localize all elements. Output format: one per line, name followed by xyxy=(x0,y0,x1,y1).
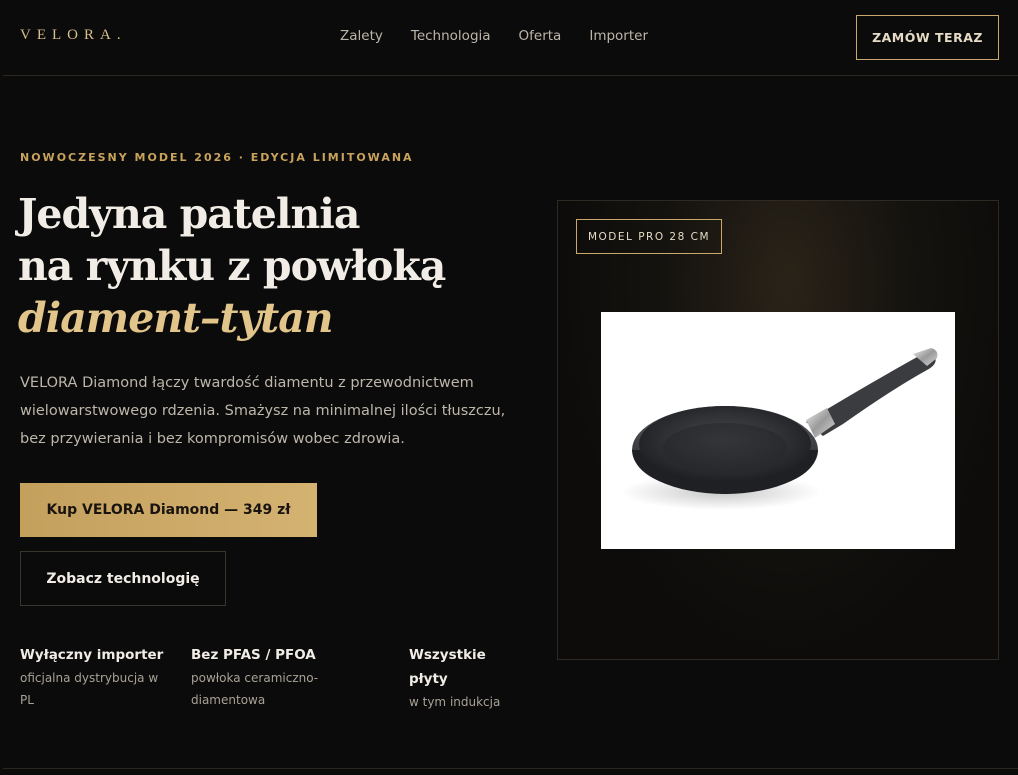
main-nav: Zalety Technologia Oferta Importer xyxy=(340,28,648,44)
frying-pan-icon xyxy=(621,348,938,510)
feature-title: Wszystkie płyty xyxy=(409,647,486,687)
hero-title-line-2: na rynku z powłoką xyxy=(18,242,446,290)
model-badge: MODEL PRO 28 CM xyxy=(576,219,722,254)
nav-link-zalety[interactable]: Zalety xyxy=(340,28,383,44)
see-technology-button[interactable]: Zobacz technologię xyxy=(20,551,226,606)
nav-link-technologia[interactable]: Technologia xyxy=(411,28,491,44)
product-panel: MODEL PRO 28 CM xyxy=(557,200,999,660)
hero-title-line-1: Jedyna patelnia xyxy=(18,190,360,238)
feature-desc: powłoka ceramiczno-diamentowa xyxy=(191,671,319,707)
site-header: VELORA. Zalety Technologia Oferta Import… xyxy=(3,0,1018,76)
hero-eyebrow: NOWOCZESNY MODEL 2026 · EDYCJA LIMITOWAN… xyxy=(20,151,414,164)
page: VELORA. Zalety Technologia Oferta Import… xyxy=(3,0,1018,775)
section-divider xyxy=(3,768,1018,769)
feature-item-plates: Wszystkie płyty w tym indukcja xyxy=(409,643,509,713)
logo[interactable]: VELORA. xyxy=(20,27,127,44)
feature-desc: w tym indukcja xyxy=(409,695,501,709)
feature-title: Bez PFAS / PFOA xyxy=(191,647,316,663)
hero-lead: VELORA Diamond łączy twardość diamentu z… xyxy=(20,375,506,447)
product-image xyxy=(601,312,955,549)
nav-link-oferta[interactable]: Oferta xyxy=(519,28,562,44)
hero-title: Jedyna patelnia na rynku z powłoką diame… xyxy=(18,188,446,344)
order-now-button[interactable]: ZAMÓW TERAZ xyxy=(856,15,999,60)
nav-link-importer[interactable]: Importer xyxy=(589,28,648,44)
buy-button[interactable]: Kup VELORA Diamond — 349 zł xyxy=(20,483,317,537)
feature-title: Wyłączny importer xyxy=(20,647,164,663)
feature-desc: oficjalna dystrybucja w PL xyxy=(20,671,159,707)
hero-title-accent: diament–tytan xyxy=(18,294,334,342)
feature-item-pfas: Bez PFAS / PFOA powłoka ceramiczno-diame… xyxy=(191,643,341,711)
feature-item-importer: Wyłączny importer oficjalna dystrybucja … xyxy=(20,643,170,711)
